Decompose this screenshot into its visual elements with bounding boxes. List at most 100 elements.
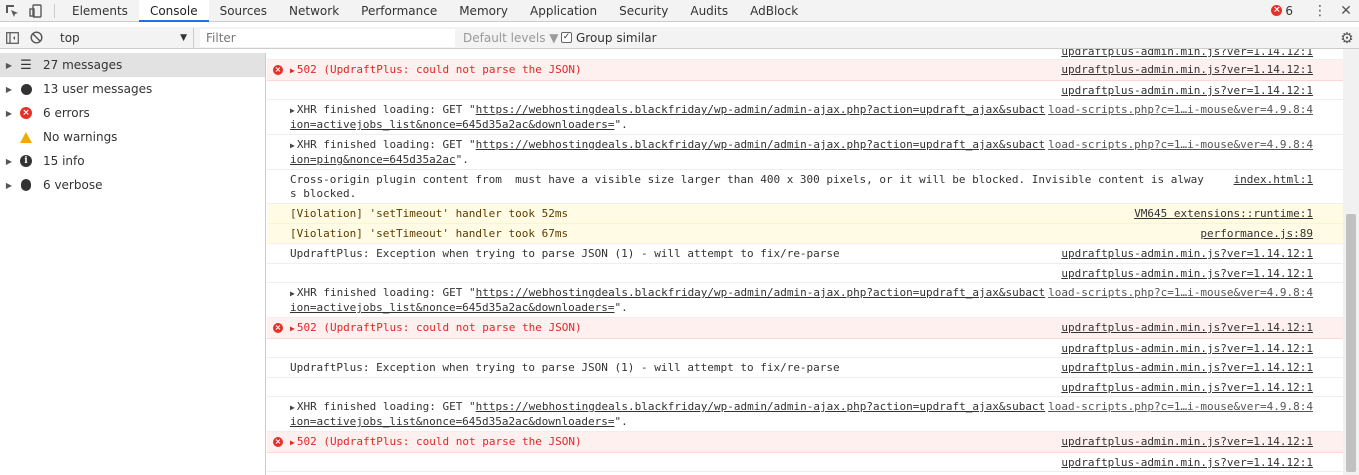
tab-security[interactable]: Security [608, 0, 679, 22]
sidebar-item-user-messages[interactable]: ▶ 13 user messages [0, 77, 265, 101]
tab-performance[interactable]: Performance [350, 0, 448, 22]
message-source-link[interactable]: load-scripts.php?c=1…i-mouse&ver=4.9.8:4 [1048, 286, 1313, 300]
sidebar-item-messages[interactable]: ▶ ☰ 27 messages [0, 53, 265, 77]
console-sidebar: ▶ ☰ 27 messages ▶ 13 user messages ▶ × 6… [0, 53, 266, 475]
console-message: UpdraftPlus: Exception when trying to pa… [267, 244, 1343, 264]
tab-audits[interactable]: Audits [679, 0, 739, 22]
expand-arrow-icon[interactable]: ▶ [290, 66, 295, 75]
tab-adblock[interactable]: AdBlock [739, 0, 809, 22]
console-settings-gear-icon[interactable]: ⚙ [1335, 29, 1359, 47]
expand-arrow-icon[interactable]: ▶ [290, 289, 295, 298]
list-icon: ☰ [20, 57, 32, 73]
expand-triangle-icon[interactable]: ▶ [0, 181, 18, 190]
expand-triangle-icon[interactable]: ▶ [0, 109, 18, 118]
error-icon: × [18, 105, 34, 121]
tab-console[interactable]: Console [138, 0, 209, 22]
group-similar-toggle[interactable]: ✓ Group similar [561, 31, 657, 45]
message-text: 502 (UpdraftPlus: could not parse the JS… [296, 63, 582, 76]
error-icon: × [1271, 5, 1283, 16]
console-message: updraftplus-admin.min.js?ver=1.14.12:1 [267, 453, 1343, 472]
scrollbar-thumb[interactable] [1346, 214, 1356, 472]
console-message: updraftplus-admin.min.js?ver=1.14.12:1 [267, 49, 1343, 60]
message-source-link[interactable]: updraftplus-admin.min.js?ver=1.14.12:1 [1061, 381, 1313, 395]
tab-elements[interactable]: Elements [61, 0, 139, 22]
error-icon: × [273, 323, 283, 333]
console-message: Cross-origin plugin content from must ha… [267, 170, 1343, 204]
close-devtools-icon[interactable]: ✕ [1333, 3, 1359, 19]
message-source-link[interactable]: updraftplus-admin.min.js?ver=1.14.12:1 [1061, 435, 1313, 449]
expand-arrow-icon[interactable]: ▶ [290, 438, 295, 447]
log-levels-dropdown[interactable]: Default levels ▼ [463, 31, 559, 45]
tab-memory[interactable]: Memory [448, 0, 519, 22]
console-scrollbar[interactable] [1343, 49, 1359, 475]
error-icon: × [273, 437, 283, 447]
sidebar-item-label: 6 errors [43, 106, 90, 120]
more-menu-icon[interactable]: ⋮ [1307, 3, 1333, 19]
message-source-link[interactable]: updraftplus-admin.min.js?ver=1.14.12:1 [1061, 321, 1313, 335]
message-source-link[interactable]: updraftplus-admin.min.js?ver=1.14.12:1 [1061, 84, 1313, 98]
expand-arrow-icon[interactable]: ▶ [290, 324, 295, 333]
error-icon: × [273, 65, 283, 75]
message-source-link[interactable]: updraftplus-admin.min.js?ver=1.14.12:1 [1061, 267, 1313, 281]
expand-arrow-icon[interactable]: ▶ [290, 141, 295, 150]
expand-arrow-icon[interactable]: ▶ [290, 403, 295, 412]
sidebar-item-label: 27 messages [43, 58, 123, 72]
message-source-link[interactable]: load-scripts.php?c=1…i-mouse&ver=4.9.8:4 [1048, 103, 1313, 117]
message-source-link[interactable]: updraftplus-admin.min.js?ver=1.14.12:1 [1061, 49, 1313, 59]
message-text: Cross-origin plugin content from must ha… [290, 173, 1204, 200]
console-message: UpdraftPlus: Exception when trying to pa… [267, 358, 1343, 378]
inspect-element-icon[interactable] [0, 0, 24, 22]
message-text: [Violation] 'setTimeout' handler took 67… [290, 227, 569, 240]
error-counter[interactable]: × 6 [1271, 4, 1293, 18]
device-toolbar-icon[interactable] [24, 0, 48, 22]
sidebar-item-label: 13 user messages [43, 82, 153, 96]
console-filterbar: top ▼ Default levels ▼ ✓ Group similar ⚙ [0, 27, 1359, 49]
user-icon [18, 81, 34, 97]
tab-application[interactable]: Application [519, 0, 608, 22]
message-text: UpdraftPlus: Exception when trying to pa… [290, 247, 840, 260]
console-xhr-message: ▶ XHR finished loading: GET "https://webh… [267, 283, 1343, 318]
message-source-link[interactable]: load-scripts.php?c=1…i-mouse&ver=4.9.8:4 [1048, 400, 1313, 414]
toggle-sidebar-icon[interactable] [0, 27, 24, 49]
expand-triangle-icon[interactable]: ▶ [0, 85, 18, 94]
sidebar-item-warnings[interactable]: No warnings [0, 125, 265, 149]
message-source-link[interactable]: index.html:1 [1234, 173, 1313, 187]
tab-network[interactable]: Network [278, 0, 350, 22]
toolbar-divider [54, 3, 55, 18]
message-source-link[interactable]: updraftplus-admin.min.js?ver=1.14.12:1 [1061, 247, 1313, 261]
console-xhr-message: ▶ XHR finished loading: GET "https://webh… [267, 100, 1343, 135]
console-message: updraftplus-admin.min.js?ver=1.14.12:1 [267, 378, 1343, 397]
expand-arrow-icon[interactable]: ▶ [290, 106, 295, 115]
console-message: updraftplus-admin.min.js?ver=1.14.12:1 [267, 264, 1343, 283]
message-text: UpdraftPlus: Exception when trying to pa… [290, 361, 840, 374]
expand-triangle-icon[interactable]: ▶ [0, 61, 18, 70]
dropdown-arrow-icon: ▼ [180, 32, 187, 43]
console-error: × ▶ 502 (UpdraftPlus: could not parse the… [267, 60, 1343, 81]
message-source-link[interactable]: VM645 extensions::runtime:1 [1134, 207, 1313, 221]
console-error: × ▶ 502 (UpdraftPlus: could not parse the… [267, 318, 1343, 339]
sidebar-item-label: No warnings [43, 130, 118, 144]
message-source-link[interactable]: load-scripts.php?c=1…i-mouse&ver=4.9.8:4 [1048, 138, 1313, 152]
message-source-link[interactable]: performance.js:89 [1200, 227, 1313, 241]
context-selector[interactable]: top ▼ [54, 27, 194, 48]
bug-icon [18, 177, 34, 193]
tab-sources[interactable]: Sources [209, 0, 278, 22]
message-text: [Violation] 'setTimeout' handler took 52… [290, 207, 569, 220]
expand-triangle-icon[interactable]: ▶ [0, 157, 18, 166]
sidebar-item-info[interactable]: ▶ i 15 info [0, 149, 265, 173]
sidebar-item-errors[interactable]: ▶ × 6 errors [0, 101, 265, 125]
clear-console-icon[interactable] [24, 27, 48, 49]
filter-input[interactable] [200, 28, 455, 47]
console-violation: [Violation] 'setTimeout' handler took 67… [267, 224, 1343, 244]
group-similar-label: Group similar [576, 30, 657, 45]
console-xhr-message: ▶ XHR finished loading: GET "https://webh… [267, 397, 1343, 432]
message-source-link[interactable]: updraftplus-admin.min.js?ver=1.14.12:1 [1061, 361, 1313, 375]
console-messages: updraftplus-admin.min.js?ver=1.14.12:1 ×… [267, 49, 1343, 475]
devtools-tabbar: Elements Console Sources Network Perform… [0, 0, 1359, 22]
sidebar-item-verbose[interactable]: ▶ 6 verbose [0, 173, 265, 197]
message-source-link[interactable]: updraftplus-admin.min.js?ver=1.14.12:1 [1061, 342, 1313, 356]
message-source-link[interactable]: updraftplus-admin.min.js?ver=1.14.12:1 [1061, 63, 1313, 77]
console-message: updraftplus-admin.min.js?ver=1.14.12:1 [267, 339, 1343, 358]
group-similar-checkbox[interactable]: ✓ [561, 32, 572, 43]
message-source-link[interactable]: updraftplus-admin.min.js?ver=1.14.12:1 [1061, 456, 1313, 470]
